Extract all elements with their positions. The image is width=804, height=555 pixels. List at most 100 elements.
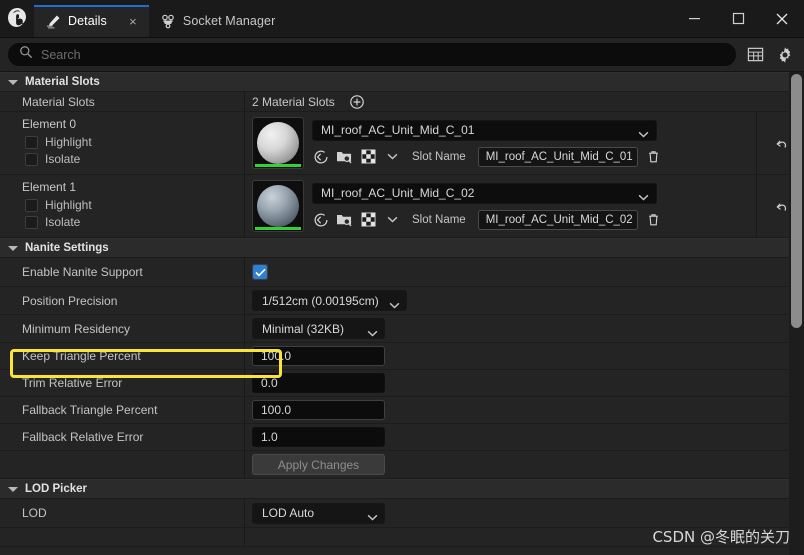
section-header-nanite-settings[interactable]: Nanite Settings bbox=[0, 238, 804, 258]
delete-trash-icon[interactable] bbox=[645, 211, 662, 228]
slot-name-input[interactable]: MI_roof_AC_Unit_Mid_C_02 bbox=[477, 209, 638, 230]
enable-nanite-checkbox[interactable] bbox=[252, 264, 268, 280]
tab-details-label: Details bbox=[68, 14, 107, 28]
details-panel: Material Slots Material Slots 2 Material… bbox=[0, 72, 804, 555]
material-asset-name: MI_roof_AC_Unit_Mid_C_02 bbox=[321, 186, 475, 200]
row-value: Apply Changes bbox=[245, 451, 804, 478]
material-thumbnail[interactable] bbox=[252, 117, 304, 169]
chevron-down-icon bbox=[389, 298, 400, 308]
lod-value: LOD Auto bbox=[262, 506, 315, 520]
tab-details-close-icon[interactable]: × bbox=[126, 14, 140, 29]
window-controls bbox=[672, 0, 804, 37]
material-thumbnail[interactable] bbox=[252, 180, 304, 232]
row-value bbox=[245, 258, 804, 286]
title-bar: Details × Socket Manager bbox=[0, 0, 804, 38]
row-fallback-relative-error: Fallback Relative Error 1.0 bbox=[0, 424, 804, 451]
row-label: Enable Nanite Support bbox=[0, 258, 245, 286]
highlight-label: Highlight bbox=[45, 198, 92, 212]
fallback-relative-error-input[interactable]: 1.0 bbox=[252, 427, 385, 447]
thumbnail-status-bar bbox=[255, 164, 301, 167]
row-label: LOD bbox=[0, 499, 245, 527]
material-action-icons: Slot Name MI_roof_AC_Unit_Mid_C_01 bbox=[312, 146, 756, 167]
row-value: LOD Auto bbox=[245, 499, 804, 527]
section-header-lod-picker[interactable]: LOD Picker bbox=[0, 479, 804, 499]
material-asset-combo[interactable]: MI_roof_AC_Unit_Mid_C_01 bbox=[312, 119, 657, 141]
minimize-button[interactable] bbox=[672, 0, 716, 37]
material-element-row: Element 0 Highlight Isolate MI_roof_AC_U… bbox=[0, 112, 804, 175]
minimum-residency-dropdown[interactable]: Minimal (32KB) bbox=[252, 318, 385, 339]
row-label: Fallback Relative Error bbox=[0, 424, 245, 450]
row-apply-changes: Apply Changes bbox=[0, 451, 804, 479]
material-fields: MI_roof_AC_Unit_Mid_C_02 Slot Name MI_ro… bbox=[312, 182, 756, 230]
isolate-checkbox[interactable] bbox=[25, 215, 38, 229]
row-value: 0.0 bbox=[245, 370, 804, 396]
slot-name-input[interactable]: MI_roof_AC_Unit_Mid_C_01 bbox=[477, 146, 638, 167]
search-placeholder: Search bbox=[41, 47, 81, 62]
section-header-material-slots[interactable]: Material Slots bbox=[0, 72, 804, 92]
checkerboard-icon[interactable] bbox=[360, 211, 377, 228]
delete-trash-icon[interactable] bbox=[645, 148, 662, 165]
maximize-button[interactable] bbox=[716, 0, 760, 37]
keep-triangle-percent-input[interactable]: 100.0 bbox=[252, 346, 385, 366]
isolate-checkbox-row[interactable]: Isolate bbox=[22, 152, 244, 166]
chevron-down-icon bbox=[367, 326, 378, 336]
thumbnail-status-bar bbox=[255, 227, 301, 230]
section-title: LOD Picker bbox=[25, 483, 87, 495]
checkerboard-icon[interactable] bbox=[360, 148, 377, 165]
lod-dropdown[interactable]: LOD Auto bbox=[252, 502, 385, 524]
use-selected-asset-icon[interactable] bbox=[312, 211, 329, 228]
chevron-down-icon bbox=[8, 79, 18, 85]
scrollbar-thumb[interactable] bbox=[791, 74, 802, 328]
position-precision-dropdown[interactable]: 1/512cm (0.00195cm) bbox=[252, 290, 407, 311]
chevron-down-icon bbox=[638, 127, 649, 138]
close-button[interactable] bbox=[760, 0, 804, 37]
material-sphere-preview bbox=[257, 185, 299, 227]
row-value: 2 Material Slots bbox=[245, 92, 804, 111]
chevron-down-icon[interactable] bbox=[384, 148, 401, 165]
chevron-down-icon bbox=[8, 486, 18, 492]
row-enable-nanite-support: Enable Nanite Support bbox=[0, 258, 804, 287]
row-value: 1.0 bbox=[245, 424, 804, 450]
isolate-label: Isolate bbox=[45, 215, 81, 229]
table-columns-icon[interactable] bbox=[744, 44, 766, 66]
details-pencil-icon bbox=[45, 13, 61, 29]
tab-socket-manager[interactable]: Socket Manager bbox=[149, 5, 284, 37]
tab-details[interactable]: Details × bbox=[34, 5, 149, 37]
element-title: Element 1 bbox=[22, 180, 77, 194]
search-input[interactable]: Search bbox=[8, 43, 736, 66]
trim-relative-error-input[interactable]: 0.0 bbox=[252, 373, 385, 393]
chevron-down-icon[interactable] bbox=[384, 211, 401, 228]
scrollbar-track[interactable] bbox=[789, 72, 804, 555]
search-icon bbox=[19, 45, 33, 64]
row-position-precision: Position Precision 1/512cm (0.00195cm) bbox=[0, 287, 804, 315]
row-value: 100.0 bbox=[245, 343, 804, 369]
highlight-checkbox-row[interactable]: Highlight bbox=[22, 198, 244, 212]
browse-to-asset-icon[interactable] bbox=[336, 148, 353, 165]
fallback-triangle-percent-input[interactable]: 100.0 bbox=[252, 400, 385, 420]
highlight-checkbox-row[interactable]: Highlight bbox=[22, 135, 244, 149]
row-minimum-residency: Minimum Residency Minimal (32KB) bbox=[0, 315, 804, 343]
tab-socket-manager-label: Socket Manager bbox=[182, 14, 276, 28]
material-sphere-preview bbox=[257, 122, 299, 164]
plus-circle-icon[interactable] bbox=[349, 93, 366, 110]
material-asset-combo[interactable]: MI_roof_AC_Unit_Mid_C_02 bbox=[312, 182, 657, 204]
isolate-checkbox-row[interactable]: Isolate bbox=[22, 215, 244, 229]
socket-manager-icon bbox=[160, 13, 176, 29]
chevron-down-icon bbox=[367, 510, 378, 521]
row-label: Fallback Triangle Percent bbox=[0, 397, 245, 423]
element-label-column: Element 0 Highlight Isolate bbox=[0, 112, 245, 174]
browse-to-asset-icon[interactable] bbox=[336, 211, 353, 228]
use-selected-asset-icon[interactable] bbox=[312, 148, 329, 165]
material-fields: MI_roof_AC_Unit_Mid_C_01 Slot Name MI_ro… bbox=[312, 119, 756, 167]
gear-icon[interactable] bbox=[774, 44, 796, 66]
section-title: Nanite Settings bbox=[25, 242, 109, 254]
highlight-checkbox[interactable] bbox=[25, 198, 38, 212]
row-label: Trim Relative Error bbox=[0, 370, 245, 396]
apply-changes-button[interactable]: Apply Changes bbox=[252, 454, 385, 475]
element-title: Element 0 bbox=[22, 117, 77, 131]
position-precision-value: 1/512cm (0.00195cm) bbox=[262, 293, 379, 308]
isolate-checkbox[interactable] bbox=[25, 152, 38, 166]
element-label-column: Element 1 Highlight Isolate bbox=[0, 175, 245, 237]
highlight-checkbox[interactable] bbox=[25, 135, 38, 149]
material-asset-name: MI_roof_AC_Unit_Mid_C_01 bbox=[321, 123, 475, 137]
